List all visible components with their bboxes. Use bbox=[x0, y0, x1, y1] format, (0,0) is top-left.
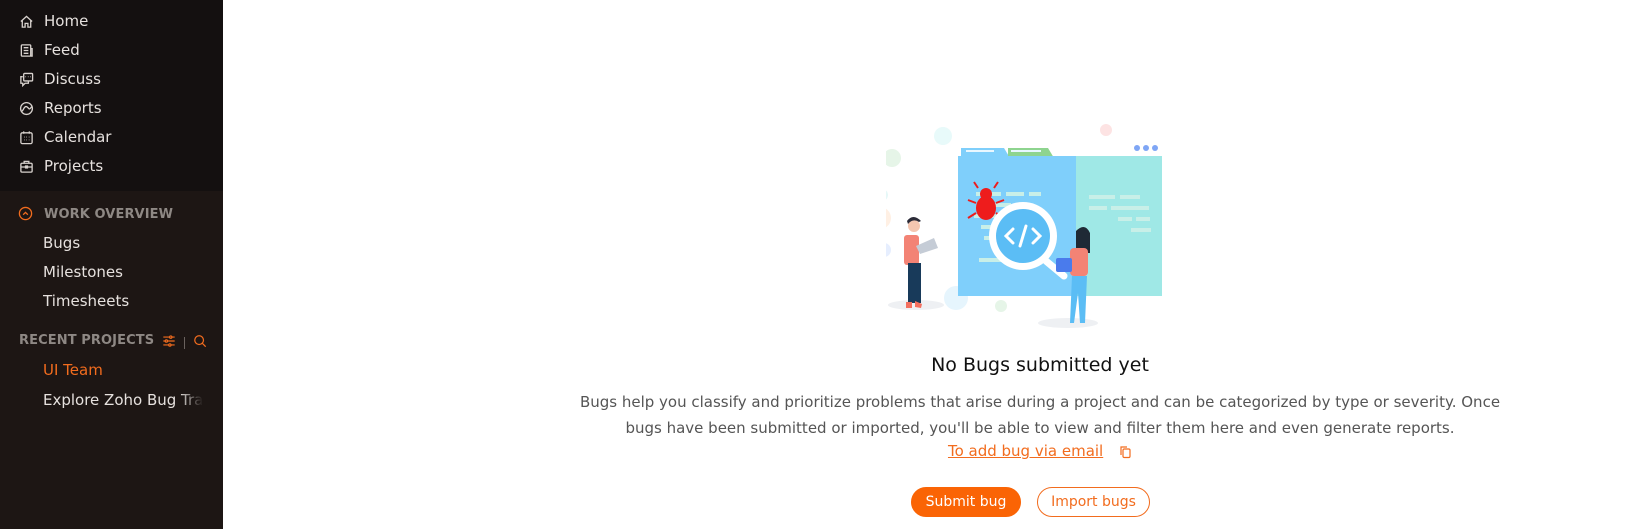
sidebar-item-discuss[interactable]: Discuss bbox=[18, 67, 101, 91]
recent-projects-tools bbox=[162, 333, 207, 352]
sidebar-item-timesheets[interactable]: Timesheets bbox=[43, 292, 203, 310]
sidebar-item-label: Home bbox=[44, 12, 89, 30]
sidebar-item-reports[interactable]: Reports bbox=[18, 96, 102, 120]
person-with-laptop bbox=[904, 217, 938, 308]
description-line-2: bugs have been submitted or imported, yo… bbox=[625, 419, 1455, 437]
sidebar-item-milestones[interactable]: Milestones bbox=[43, 263, 203, 281]
sidebar-item-label: Projects bbox=[44, 157, 104, 175]
copy-icon[interactable] bbox=[1118, 445, 1132, 459]
sidebar-item-label: Feed bbox=[44, 41, 80, 59]
divider bbox=[184, 336, 185, 349]
sidebar-item-projects[interactable]: Projects bbox=[18, 154, 103, 178]
calendar-icon bbox=[18, 129, 34, 145]
bug-illustration bbox=[869, 124, 1162, 328]
empty-state-description: Bugs help you classify and prioritize pr… bbox=[0, 389, 1645, 441]
sidebar-item-label: Reports bbox=[44, 99, 102, 117]
empty-state-illustration bbox=[869, 118, 1216, 343]
sidebar-item-label: Calendar bbox=[44, 128, 112, 146]
work-overview-heading: WORK OVERVIEW bbox=[44, 206, 174, 222]
description-line-1: Bugs help you classify and prioritize pr… bbox=[579, 393, 1501, 411]
submit-bug-button[interactable]: Submit bug bbox=[911, 487, 1021, 517]
home-icon bbox=[18, 13, 34, 29]
import-bugs-button[interactable]: Import bugs bbox=[1037, 487, 1150, 517]
feed-icon bbox=[18, 42, 34, 58]
chevron-up-circle-icon bbox=[18, 206, 34, 222]
sidebar-item-calendar[interactable]: Calendar bbox=[18, 125, 111, 149]
sidebar-item-label: Discuss bbox=[44, 70, 101, 88]
projects-icon bbox=[18, 158, 34, 174]
work-overview-toggle[interactable]: WORK OVERVIEW bbox=[18, 206, 173, 222]
sidebar-main-nav: Home Feed Discuss Reports Calendar Proje… bbox=[0, 0, 223, 191]
empty-state-title: No Bugs submitted yet bbox=[931, 354, 1149, 376]
filter-sliders-icon[interactable] bbox=[162, 333, 176, 352]
email-link-row: To add bug via email bbox=[0, 442, 1645, 460]
recent-projects-heading: RECENT PROJECTS bbox=[19, 333, 155, 348]
sidebar-item-home[interactable]: Home bbox=[18, 9, 88, 33]
reports-icon bbox=[18, 100, 34, 116]
discuss-icon bbox=[18, 71, 34, 87]
sidebar-item-bugs[interactable]: Bugs bbox=[43, 234, 203, 252]
add-bug-via-email-link[interactable]: To add bug via email bbox=[948, 442, 1103, 460]
search-icon[interactable] bbox=[193, 333, 207, 352]
sidebar-item-feed[interactable]: Feed bbox=[18, 38, 80, 62]
